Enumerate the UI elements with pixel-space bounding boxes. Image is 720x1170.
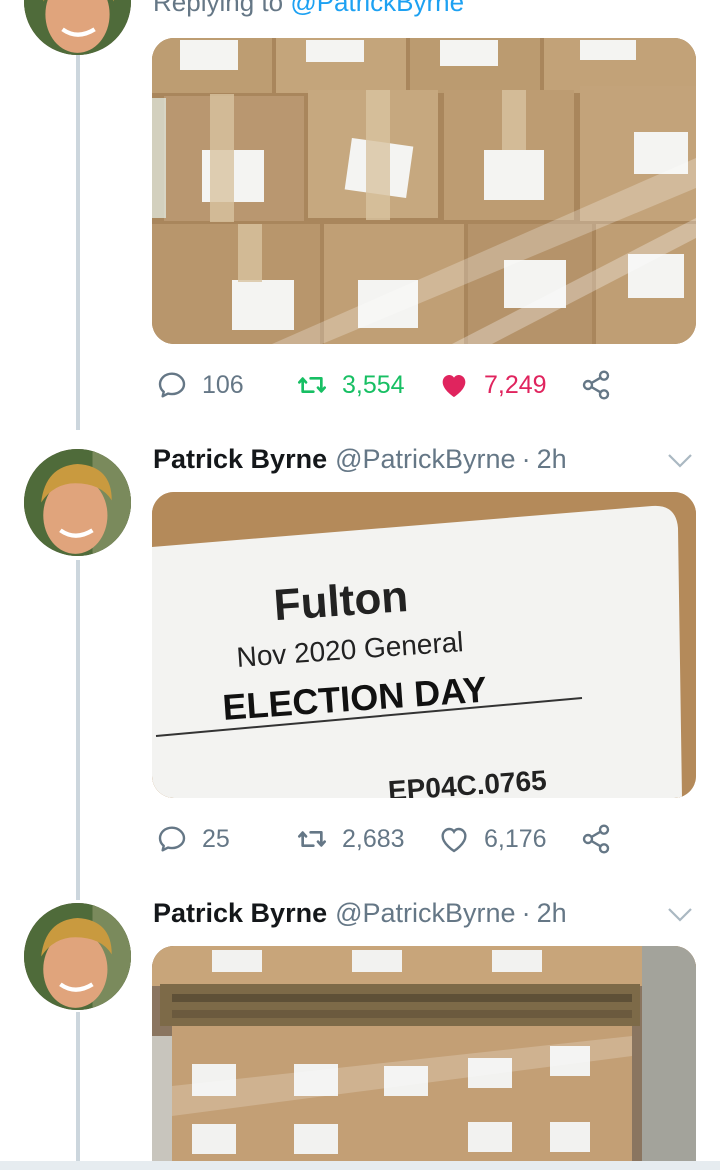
media-label-line1: Fulton [272, 572, 409, 630]
tweet-time[interactable]: 2h [537, 444, 567, 475]
share-button[interactable] [580, 817, 612, 861]
avatar[interactable] [24, 0, 131, 55]
thread-line [76, 560, 80, 900]
reply-button[interactable]: 25 [156, 817, 230, 861]
replying-to-handle[interactable]: @PatrickByrne [290, 0, 464, 17]
chevron-down-icon[interactable] [666, 906, 694, 924]
retweet-count: 3,554 [342, 370, 405, 399]
tweet-header: Patrick Byrne @PatrickByrne · 2h [153, 898, 567, 934]
tweet-media[interactable] [152, 38, 696, 344]
heart-icon [442, 375, 466, 397]
like-count: 7,249 [484, 370, 547, 399]
reply-icon [158, 372, 186, 398]
author-name[interactable]: Patrick Byrne [153, 444, 327, 475]
author-name[interactable]: Patrick Byrne [153, 898, 327, 929]
share-icon [582, 824, 610, 854]
like-button[interactable]: 7,249 [438, 363, 547, 407]
tweet-header: Patrick Byrne @PatrickByrne · 2h [153, 444, 567, 480]
tweet-media[interactable]: Fulton Nov 2020 General ELECTION DAY EP0… [152, 492, 696, 798]
avatar[interactable] [24, 903, 131, 1010]
separator-dot: · [521, 444, 531, 474]
retweet-button[interactable]: 3,554 [296, 363, 405, 407]
author-handle[interactable]: @PatrickByrne [335, 898, 515, 929]
tweet-actions: 25 2,683 6,176 [156, 817, 616, 861]
thread-line [76, 50, 80, 430]
share-icon [582, 370, 610, 400]
retweet-button[interactable]: 2,683 [296, 817, 405, 861]
reply-icon [158, 826, 186, 852]
separator-dot: · [521, 898, 531, 928]
tweet-media[interactable] [152, 946, 696, 1161]
like-count: 6,176 [484, 824, 547, 853]
avatar[interactable] [24, 449, 131, 556]
bottom-divider [0, 1161, 720, 1170]
reply-count: 106 [202, 370, 244, 399]
author-handle[interactable]: @PatrickByrne [335, 444, 515, 475]
retweet-icon [298, 831, 326, 847]
heart-icon [441, 827, 467, 853]
chevron-down-icon[interactable] [666, 452, 694, 470]
replying-to: Replying to @PatrickByrne [153, 0, 464, 18]
like-button[interactable]: 6,176 [438, 817, 547, 861]
retweet-icon [298, 377, 326, 393]
thread-line [76, 1012, 80, 1162]
retweet-count: 2,683 [342, 824, 405, 853]
reply-count: 25 [202, 824, 230, 853]
share-button[interactable] [580, 363, 612, 407]
reply-button[interactable]: 106 [156, 363, 244, 407]
tweet-actions: 106 3,554 7,249 [156, 363, 616, 407]
replying-to-label: Replying to [153, 0, 284, 17]
tweet-time[interactable]: 2h [537, 898, 567, 929]
